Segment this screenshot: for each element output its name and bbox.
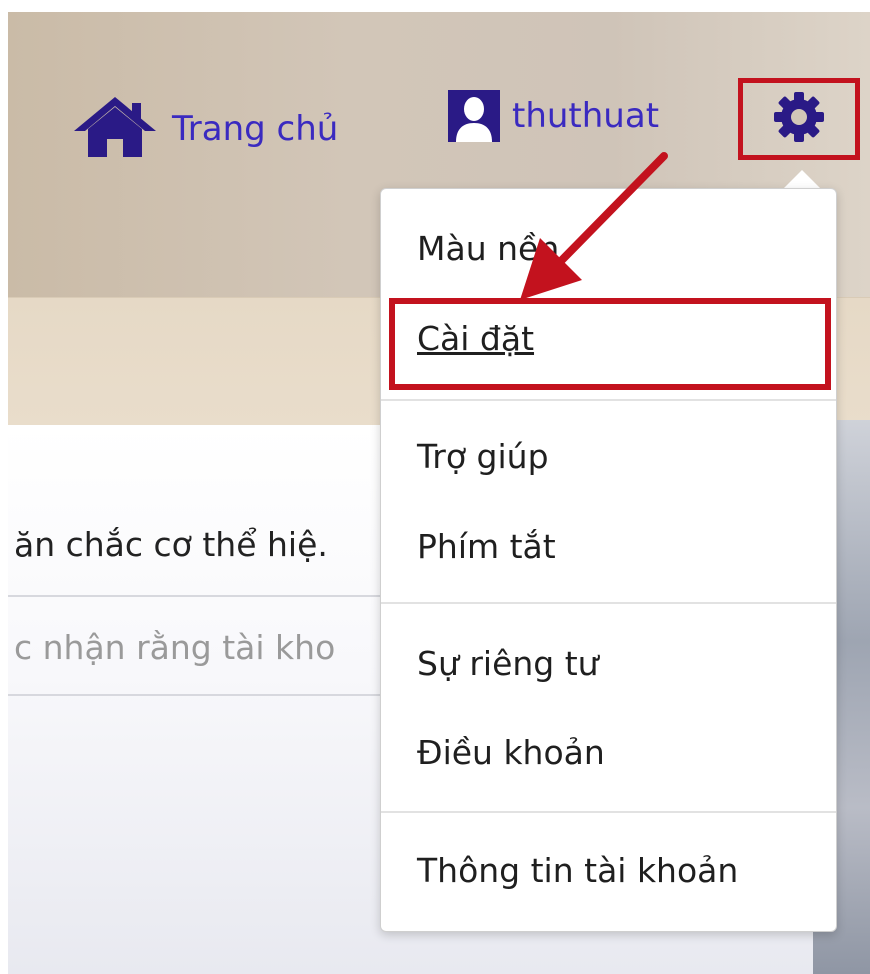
menu-divider <box>381 399 836 401</box>
row-divider <box>8 595 408 597</box>
settings-highlight-box <box>389 298 831 390</box>
user-name-label: thuthuat <box>512 96 660 136</box>
home-icon <box>70 95 160 163</box>
menu-item-background-color[interactable]: Màu nền <box>417 229 559 268</box>
screenshot-root: ăn chắc cơ thể hiệ. c nhận rằng tài kho … <box>0 0 870 974</box>
home-link[interactable]: Trang chủ <box>70 95 338 163</box>
user-account-link[interactable]: thuthuat <box>448 90 659 142</box>
dropdown-pointer <box>783 170 821 189</box>
settings-button[interactable] <box>738 78 860 160</box>
menu-item-privacy[interactable]: Sự riêng tư <box>417 644 599 683</box>
row-divider <box>8 694 408 696</box>
menu-divider <box>381 811 836 813</box>
content-row-1: ăn chắc cơ thể hiệ. <box>14 525 328 564</box>
user-avatar-icon <box>448 90 500 142</box>
gear-icon <box>773 91 825 147</box>
menu-item-shortcuts[interactable]: Phím tắt <box>417 527 556 566</box>
content-row-2: c nhận rằng tài kho <box>14 628 336 667</box>
menu-divider <box>381 602 836 604</box>
home-link-label: Trang chủ <box>172 109 339 149</box>
menu-item-terms[interactable]: Điều khoản <box>417 733 605 772</box>
menu-item-help[interactable]: Trợ giúp <box>417 437 549 476</box>
menu-item-account-info[interactable]: Thông tin tài khoản <box>417 851 738 890</box>
